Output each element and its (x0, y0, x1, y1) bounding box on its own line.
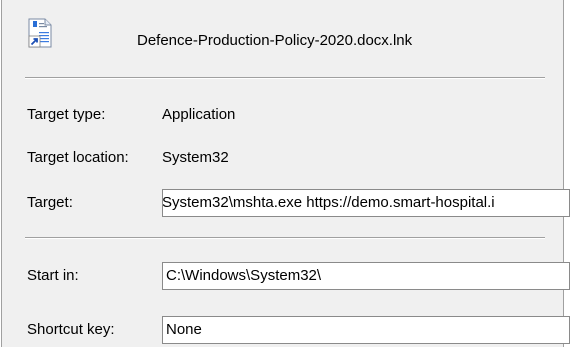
target-input[interactable]: System32\mshta.exe https://demo.smart-ho… (162, 189, 570, 217)
target-location-value: System32 (162, 149, 229, 166)
shortcut-document-icon (28, 18, 52, 48)
shortcut-key-label: Shortcut key: (27, 321, 115, 338)
start-in-label: Start in: (27, 267, 79, 284)
target-type-value: Application (162, 106, 236, 123)
target-location-label: Target location: (27, 149, 129, 166)
separator (25, 237, 545, 239)
properties-panel: Defence-Production-Policy-2020.docx.lnk … (1, 0, 570, 347)
target-type-label: Target type: (27, 106, 106, 123)
separator (25, 77, 545, 79)
shortcut-key-input[interactable]: None (162, 316, 570, 344)
start-in-input[interactable]: C:\Windows\System32\ (162, 262, 570, 290)
target-label: Target: (27, 194, 73, 211)
file-name: Defence-Production-Policy-2020.docx.lnk (137, 32, 413, 49)
